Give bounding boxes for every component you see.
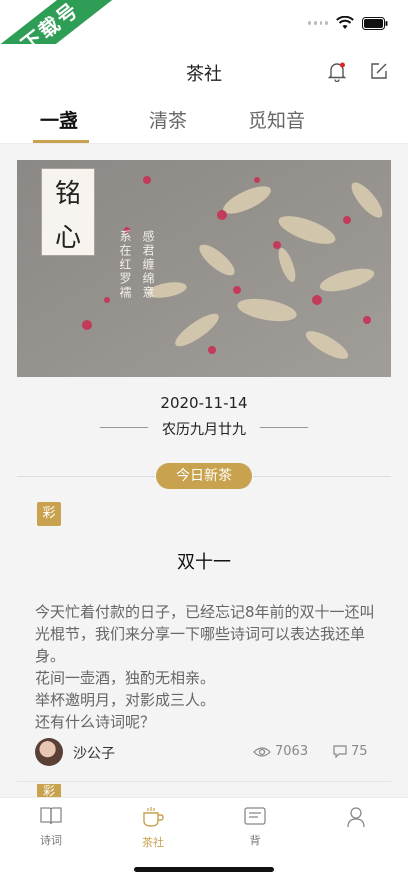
hero-poem: 感君缠绵意 系在红罗襦 — [117, 230, 157, 300]
views-stat: 7063 — [253, 744, 308, 759]
post-body-line: 今天忙着付款的日子，已经忘记8年前的双十一还叫光棍节，我们来分享一下哪些诗词可以… — [35, 603, 375, 665]
avatar[interactable] — [35, 738, 63, 766]
lunar-date-label: 农历九月廿九 — [162, 422, 246, 438]
bottom-tab-label: 诗词 — [40, 834, 62, 847]
tab-yizhan[interactable]: 一盏 — [40, 106, 78, 133]
bottom-tab-bei[interactable]: 背 — [225, 806, 285, 848]
post-title[interactable]: 双十一 — [0, 548, 408, 574]
hero-title-card: 铭 心 — [41, 168, 95, 256]
hero-char-1: 铭 — [54, 179, 81, 209]
page-title: 茶社 — [186, 64, 222, 85]
bottom-tab-chashe[interactable]: 茶社 — [123, 806, 183, 850]
next-post-tag: 彩 — [37, 784, 61, 798]
profile-icon — [347, 807, 365, 828]
eye-icon — [253, 746, 271, 757]
post-body-line: 还有什么诗词呢？ — [35, 713, 156, 731]
hero-char-2: 心 — [54, 223, 81, 253]
bottom-tab-shici[interactable]: 诗词 — [21, 806, 81, 848]
comments-count: 75 — [351, 744, 368, 759]
views-count: 7063 — [275, 744, 309, 759]
date-label: 2020-11-14 — [160, 394, 248, 412]
tab-qingcha[interactable]: 清茶 — [149, 106, 187, 133]
divider-left — [17, 476, 155, 477]
nav-bar: 茶社 — [0, 44, 408, 100]
bell-icon[interactable] — [327, 62, 347, 86]
author-row: 沙公子 7063 75 — [35, 738, 375, 768]
bottom-tab-profile[interactable] — [326, 806, 386, 834]
hero-poem-line-2: 系在红罗襦 — [118, 230, 132, 300]
wifi-icon — [336, 16, 354, 29]
bottom-tab-label: 茶社 — [142, 836, 164, 849]
home-indicator — [134, 867, 274, 872]
teacup-icon — [143, 807, 164, 827]
status-icons — [308, 16, 388, 30]
lunar-ornament-right — [260, 427, 308, 428]
post-body-line: 举杯邀明月，对影成三人。 — [35, 691, 216, 709]
card-icon — [244, 807, 266, 825]
hero-image[interactable]: 铭 心 感君缠绵意 系在红罗襦 — [17, 160, 391, 377]
lunar-date: 农历九月廿九 — [100, 416, 308, 440]
book-icon — [40, 807, 62, 825]
tab-mizhiyin[interactable]: 觅知音 — [248, 106, 305, 133]
battery-icon — [362, 16, 388, 30]
post-body-line: 花间一壶酒，独酌无相亲。 — [35, 669, 216, 687]
post-body[interactable]: 今天忙着付款的日子，已经忘记8年前的双十一还叫光棍节，我们来分享一下哪些诗词可以… — [35, 601, 375, 733]
post-tag: 彩 — [37, 502, 61, 526]
today-badge: 今日新茶 — [156, 463, 252, 489]
edit-icon[interactable] — [370, 62, 388, 84]
author-name[interactable]: 沙公子 — [73, 743, 115, 763]
tab-bar: 一盏 清茶 觅知音 — [0, 100, 408, 144]
comments-stat[interactable]: 75 — [333, 744, 368, 759]
comment-icon — [333, 745, 347, 758]
hero-poem-line-1: 感君缠绵意 — [141, 230, 155, 300]
post-divider — [17, 781, 391, 782]
tab-underline — [33, 140, 89, 143]
bottom-tab-label: 背 — [249, 834, 261, 847]
divider-right — [253, 476, 391, 477]
signal-icon — [308, 20, 328, 26]
